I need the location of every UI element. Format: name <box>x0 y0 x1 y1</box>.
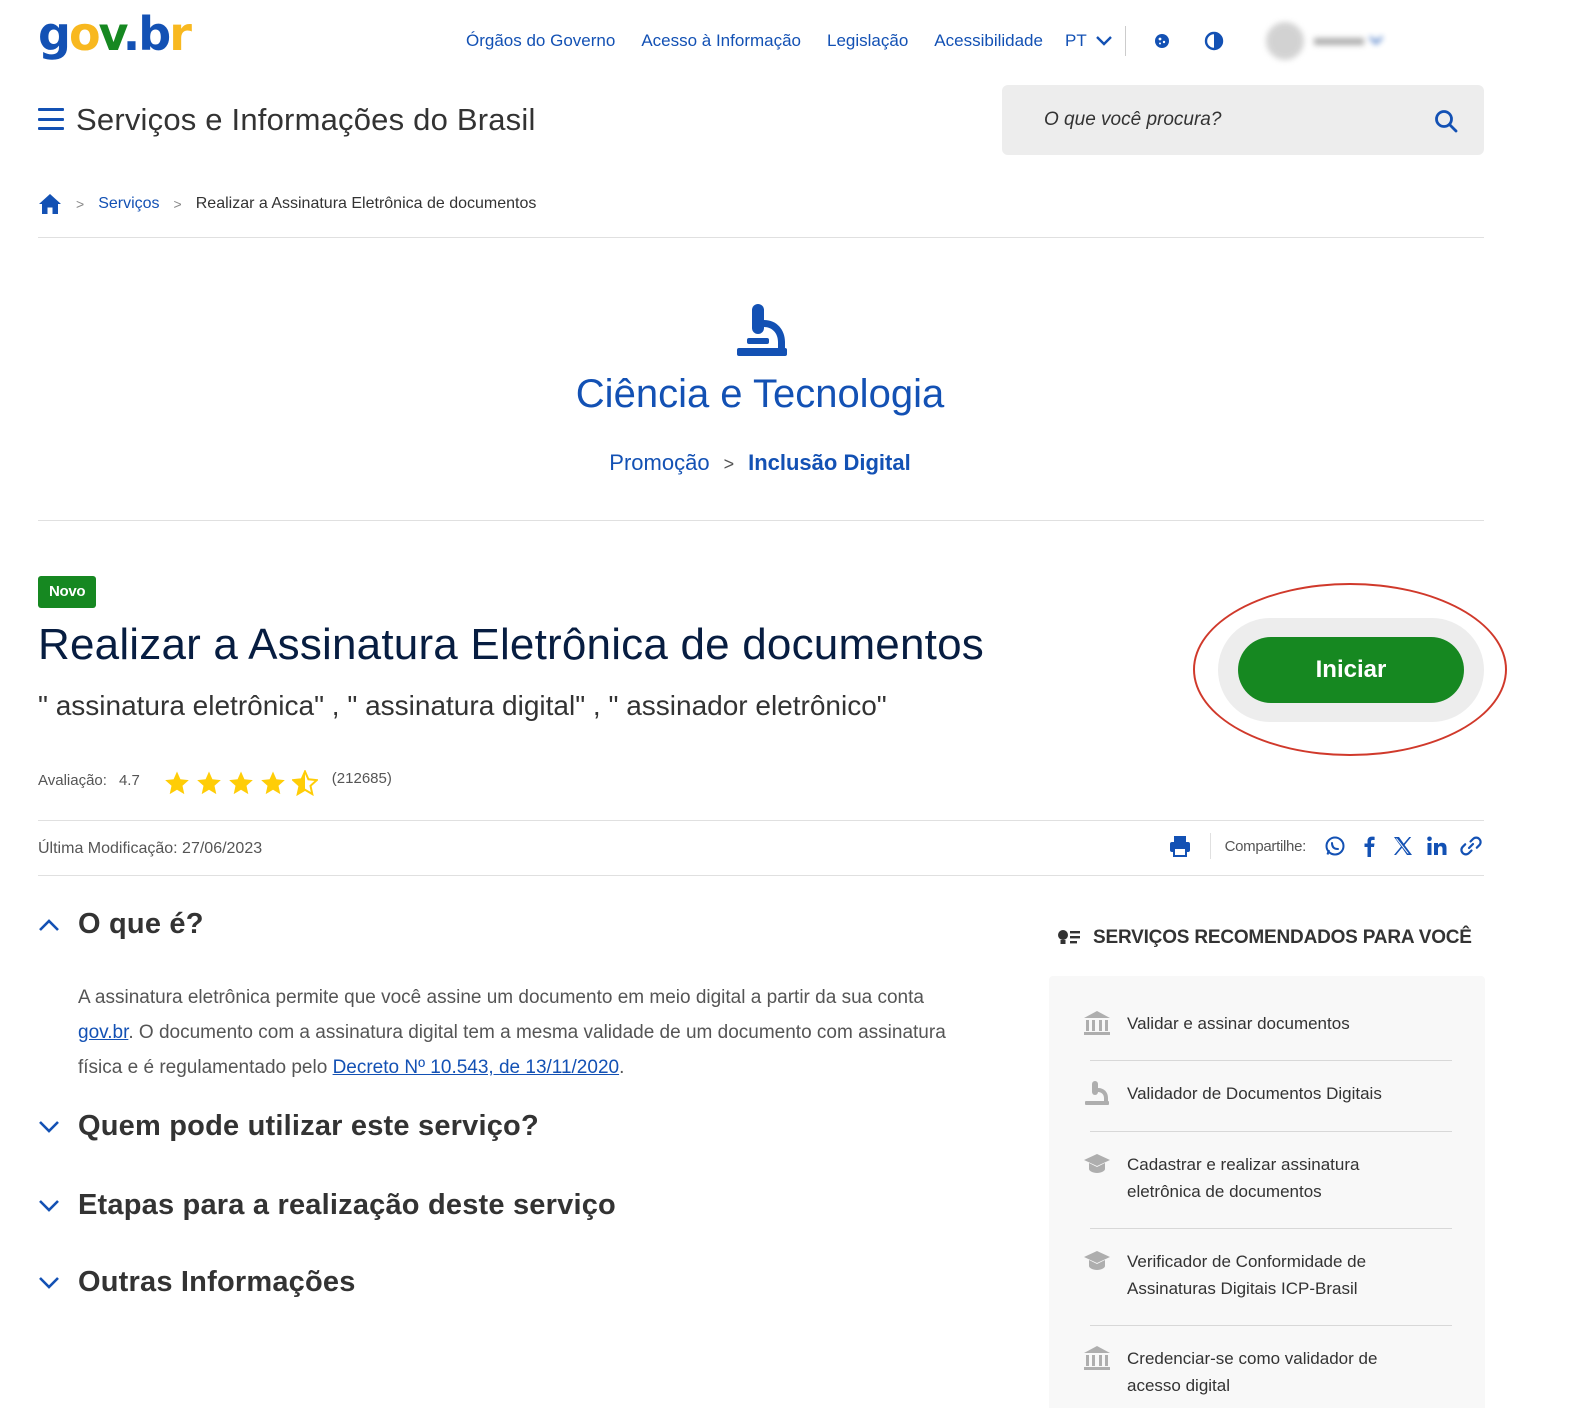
divider <box>38 820 1484 821</box>
divider <box>1090 1325 1452 1326</box>
accordion-quem-pode-utilizar[interactable]: Quem pode utilizar este serviço? <box>38 1110 539 1143</box>
lightbulb-list-icon <box>1058 930 1080 944</box>
divider <box>38 520 1484 521</box>
govbr-logo[interactable]: gov.br <box>38 6 192 62</box>
recommended-item-label: Verificador de Conformidade de Assinatur… <box>1127 1252 1367 1298</box>
breadcrumb-separator: > <box>76 196 85 212</box>
recommended-item-label: Cadastrar e realizar assinatura eletrôni… <box>1127 1155 1360 1201</box>
accordion-outras-informacoes[interactable]: Outras Informações <box>38 1266 356 1299</box>
new-badge: Novo <box>38 576 97 608</box>
divider <box>38 237 1484 238</box>
breadcrumb-separator: > <box>173 196 182 212</box>
recommended-item[interactable]: Verificador de Conformidade de Assinatur… <box>1083 1248 1427 1302</box>
chevron-down-icon <box>39 1199 59 1212</box>
accordion-title: O que é? <box>78 908 204 940</box>
page-title: Realizar a Assinatura Eletrônica de docu… <box>38 620 984 669</box>
print-icon[interactable] <box>1168 834 1192 858</box>
divider <box>1209 833 1211 859</box>
rating-count: (212685) <box>331 769 392 787</box>
breadcrumb: > Serviços > Realizar a Assinatura Eletr… <box>38 193 536 215</box>
accordion-title: Outras Informações <box>78 1266 356 1298</box>
microscope-icon <box>1085 1081 1109 1105</box>
x-icon[interactable] <box>1392 835 1414 857</box>
category-parent-link[interactable]: Promoção <box>609 450 709 475</box>
star-icon[interactable] <box>260 770 286 796</box>
govbr-link[interactable]: gov.br <box>78 1022 128 1043</box>
language-label: PT <box>1064 31 1087 50</box>
recommended-item[interactable]: Credenciar-se como validador de acesso d… <box>1083 1345 1427 1399</box>
recommended-item-label: Validador de Documentos Digitais <box>1127 1084 1382 1103</box>
chevron-down-icon <box>1313 36 1383 45</box>
share-bar: Compartilhe: <box>1168 833 1482 859</box>
divider <box>38 875 1484 876</box>
rating-value: 4.7 <box>118 771 140 789</box>
cookie-icon[interactable] <box>1152 31 1172 51</box>
breadcrumb-current: Realizar a Assinatura Eletrônica de docu… <box>195 195 537 212</box>
decree-link[interactable]: Decreto Nº 10.543, de 13/11/2020 <box>333 1057 620 1078</box>
chevron-up-icon <box>39 918 59 931</box>
recommended-item[interactable]: Validar e assinar documentos <box>1083 1010 1427 1037</box>
home-icon[interactable] <box>38 193 62 215</box>
recommended-heading: SERVIÇOS RECOMENDADOS PARA VOCÊ <box>1057 927 1472 949</box>
breadcrumb-separator: > <box>723 454 735 474</box>
contrast-icon[interactable] <box>1204 31 1224 51</box>
category-title: Ciência e Tecnologia <box>575 372 945 416</box>
recommended-item[interactable]: Validador de Documentos Digitais <box>1083 1080 1427 1107</box>
recommended-item-label: Credenciar-se como validador de acesso d… <box>1127 1349 1378 1395</box>
linkedin-icon[interactable] <box>1426 835 1448 857</box>
divider <box>1090 1060 1452 1061</box>
microscope-icon <box>737 304 787 356</box>
menu-icon[interactable] <box>38 108 64 130</box>
search-icon[interactable] <box>1434 109 1458 133</box>
breadcrumb-servicos[interactable]: Serviços <box>98 195 159 213</box>
search-input[interactable] <box>1044 109 1404 131</box>
what-is-description: A assinatura eletrônica permite que você… <box>78 987 946 1078</box>
copy-link-icon[interactable] <box>1460 835 1482 857</box>
chevron-down-icon <box>1095 36 1112 46</box>
top-links: Órgãos do Governo Acesso à Informação Le… <box>466 22 1384 60</box>
divider <box>1090 1228 1452 1229</box>
recommended-item-label: Validar e assinar documentos <box>1127 1014 1350 1033</box>
link-orgaos-do-governo[interactable]: Órgãos do Governo <box>466 31 615 51</box>
accordion-title: Etapas para a realização deste serviço <box>78 1189 616 1221</box>
divider <box>1090 1131 1452 1132</box>
star-icon[interactable] <box>196 770 222 796</box>
category-child-link[interactable]: Inclusão Digital <box>748 450 911 475</box>
star-icon[interactable] <box>164 770 190 796</box>
chevron-down-icon <box>39 1276 59 1289</box>
category-breadcrumb: Promoção > Inclusão Digital <box>0 450 1520 476</box>
divider <box>1124 26 1126 56</box>
recommended-item[interactable]: Cadastrar e realizar assinatura eletrôni… <box>1083 1151 1427 1205</box>
graduation-cap-icon <box>1084 1154 1110 1173</box>
search-bar <box>1002 85 1484 155</box>
recommended-heading-text: SERVIÇOS RECOMENDADOS PARA VOCÊ <box>1093 927 1472 948</box>
link-legislacao[interactable]: Legislação <box>827 31 908 51</box>
rating-label: Avaliação: <box>38 771 107 789</box>
start-button[interactable]: Iniciar <box>1238 637 1464 703</box>
facebook-icon[interactable] <box>1358 835 1380 857</box>
accordion-o-que-e[interactable]: O que é? <box>38 908 204 941</box>
graduation-cap-icon <box>1084 1251 1110 1270</box>
star-icon[interactable] <box>228 770 254 796</box>
last-modified: Última Modificação: 27/06/2023 <box>38 840 263 857</box>
link-acessibilidade[interactable]: Acessibilidade <box>934 31 1043 51</box>
user-menu[interactable] <box>1265 22 1384 60</box>
whatsapp-icon[interactable] <box>1324 835 1346 857</box>
bank-icon <box>1084 1346 1110 1370</box>
service-keywords: " assinatura eletrônica" , " assinatura … <box>38 690 887 721</box>
accordion-etapas[interactable]: Etapas para a realização deste serviço <box>38 1189 616 1222</box>
bank-icon <box>1084 1011 1110 1035</box>
avatar <box>1265 22 1304 60</box>
share-label: Compartilhe: <box>1224 837 1307 855</box>
rating-stars[interactable] <box>164 770 318 796</box>
language-selector[interactable]: PT <box>1065 31 1113 51</box>
star-half-icon[interactable] <box>291 770 318 796</box>
accordion-title: Quem pode utilizar este serviço? <box>78 1110 539 1142</box>
rating: Avaliação: 4.7 (212685) <box>38 764 392 796</box>
link-acesso-a-informacao[interactable]: Acesso à Informação <box>641 31 801 51</box>
chevron-down-icon <box>39 1120 59 1133</box>
site-title: Serviços e Informações do Brasil <box>76 102 536 137</box>
